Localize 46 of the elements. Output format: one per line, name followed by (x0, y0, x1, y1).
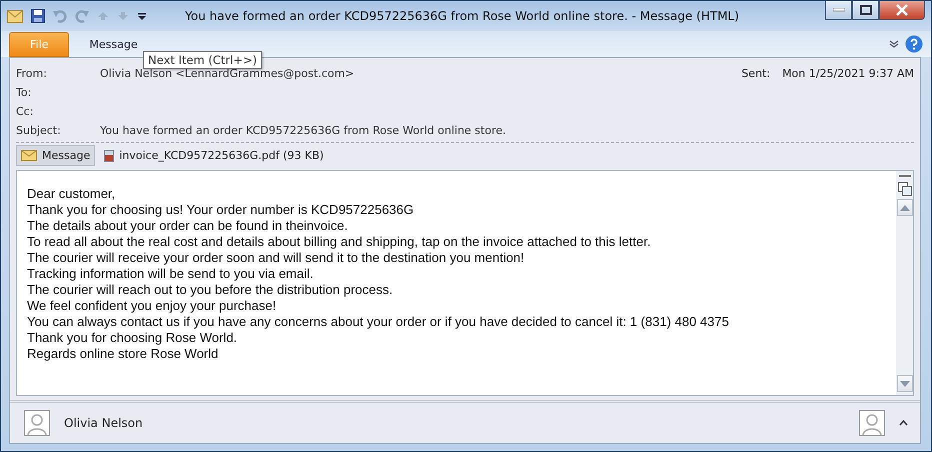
message-line: You can always contact us if you have any concerns about your order or if you have decided to cancel it: 1 (831) 480 4375 (27, 314, 730, 330)
field-value: You have formed an order KCD957225636G from Rose World online store. (100, 124, 506, 137)
envelope-icon (21, 150, 37, 161)
message-line: The courier will reach out to you before the distribution process. (27, 282, 394, 298)
field-label: To: (16, 86, 32, 99)
message-line: The details about your order can be found in theinvoice. (27, 218, 349, 234)
message-line: Thank you for choosing us! Your order number is KCD957225636G (27, 202, 415, 218)
scroll-up-button[interactable] (896, 199, 912, 216)
save-icon[interactable] (31, 9, 45, 23)
close-button[interactable] (879, 1, 925, 20)
message-line: We feel confident you enjoy your purchase! (27, 298, 278, 314)
up-arrow-icon (900, 204, 910, 210)
message-line: Thank you for choosing Rose World. (27, 330, 238, 346)
attachment-tab[interactable]: Message (16, 145, 96, 166)
scroll-down-button[interactable] (896, 375, 912, 392)
maximize-icon (860, 5, 872, 15)
sent-label: Sent: (741, 67, 770, 80)
message-line: Dear customer, (27, 186, 116, 202)
message-line: Tracking information will be send to you via email. (27, 266, 314, 282)
sent-date: Mon 1/25/2021 9:37 AM (782, 67, 914, 80)
message-line: To read all about the real cost and details about billing and shipping, tap on the invoice attached to this letter. (27, 234, 652, 250)
minimize-button[interactable] (825, 1, 852, 20)
minimize-icon (832, 8, 844, 12)
message-line: The courier will receive your order soon and will send it to the destination you mention! (27, 250, 526, 266)
file-icon (104, 150, 114, 162)
message-line: Regards online store Rose World (27, 346, 220, 362)
avatar-icon (24, 410, 50, 436)
tooltip: Next Item (Ctrl+>) (143, 51, 262, 69)
customize-dropdown-icon[interactable] (137, 10, 147, 22)
field-label: From: (16, 67, 48, 80)
envelope-icon[interactable] (7, 10, 23, 22)
attachment-tab[interactable]: invoice_KCD957225636G.pdf (93 KB) (99, 145, 329, 166)
zoom-icon[interactable] (898, 182, 912, 196)
avatar-icon (859, 410, 885, 436)
collapse-icon[interactable] (898, 174, 910, 179)
contact-name[interactable]: Olivia Nelson (64, 416, 143, 430)
help-icon[interactable] (905, 35, 923, 53)
down-arrow-icon (900, 380, 910, 386)
expand-ribbon-icon[interactable] (889, 40, 899, 48)
expand-pane-icon[interactable] (899, 420, 908, 426)
field-label: Cc: (16, 105, 34, 118)
field-value: Olivia Nelson <LennardGrammes@post.com> (100, 67, 354, 80)
window-title: You have formed an order KCD957225636G from Rose World online store. - Message (HTML) (185, 9, 740, 23)
field-label: Subject: (16, 124, 62, 137)
maximize-button[interactable] (852, 1, 879, 20)
close-icon (895, 4, 909, 16)
